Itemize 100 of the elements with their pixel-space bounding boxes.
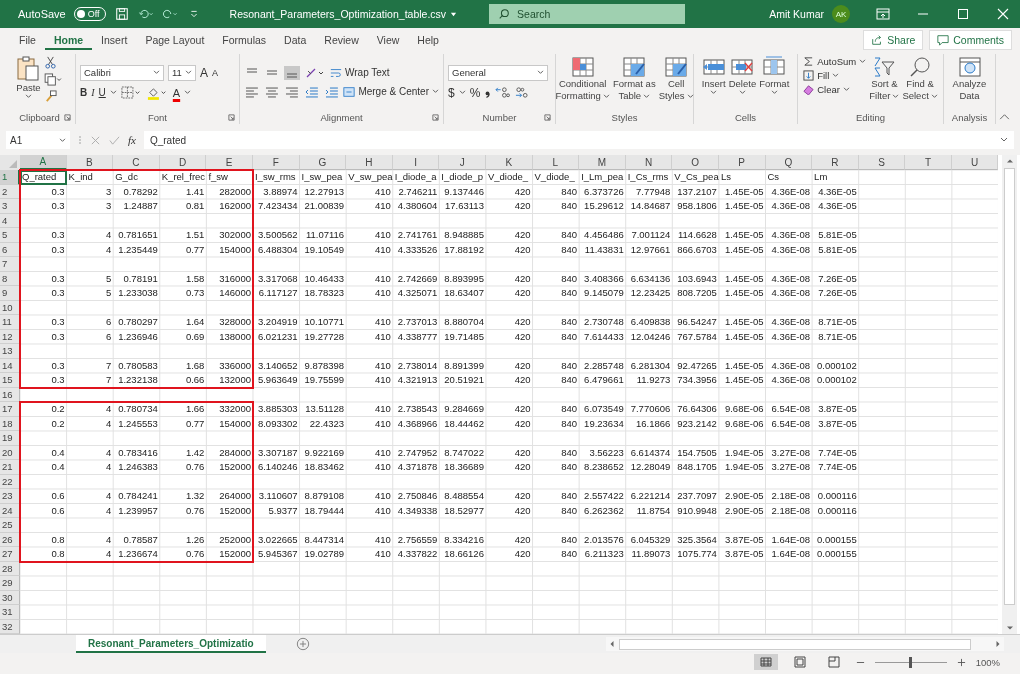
column-header[interactable]: N [625,155,673,170]
row-header[interactable]: 17 [0,402,20,417]
menu-tab[interactable]: File [10,30,45,50]
copy-icon[interactable] [43,73,63,86]
column-header[interactable]: J [439,155,486,170]
percent-button[interactable]: % [469,85,481,100]
scissors-icon[interactable] [43,56,57,69]
currency-button[interactable]: $ [448,85,455,100]
caret-icon[interactable] [450,10,458,18]
horizontal-scrollbar[interactable] [606,637,1004,651]
row-header[interactable]: 5 [0,228,20,243]
menu-tab[interactable]: View [367,30,409,50]
autosum-button[interactable]: AutoSum [803,56,867,67]
scroll-down-icon[interactable] [1005,625,1014,631]
column-header[interactable]: U [951,155,999,170]
row-header[interactable]: 11 [0,315,20,330]
fill-button[interactable]: Fill [803,70,867,81]
row-header[interactable]: 7 [0,257,20,272]
launcher-icon[interactable] [64,113,71,121]
sheet-tab[interactable]: Resonant_Parameters_Optimizatio [76,635,266,653]
menu-tab[interactable]: Data [275,30,316,50]
menu-tab[interactable]: Page Layout [136,30,214,50]
analyze-data-button[interactable]: Analyze Data [952,54,987,102]
increase-decimal-icon[interactable] [495,86,511,99]
column-header[interactable]: R [812,155,859,170]
formula-field[interactable]: Q_rated [143,131,1014,149]
scroll-up-icon[interactable] [1005,158,1014,164]
undo-icon[interactable] [137,7,154,21]
column-header[interactable]: I [392,155,440,170]
column-header[interactable]: Q [765,155,813,170]
row-header[interactable]: 9 [0,286,20,301]
style-button[interactable]: Conditional Formatting [555,54,610,102]
zoom-level[interactable]: 100% [975,656,1000,668]
number-format-field[interactable]: General [448,64,548,81]
menu-tab[interactable]: Insert [92,30,137,50]
style-button[interactable]: Format as Table [612,54,656,102]
font-color-button[interactable]: A [172,86,181,99]
row-header[interactable]: 31 [0,605,20,620]
style-button[interactable]: Cell Styles [658,54,694,102]
launcher-icon[interactable] [228,113,235,121]
column-header[interactable]: P [718,155,766,170]
maximize-icon[interactable] [956,8,970,20]
insert-button[interactable]: Insert [701,54,726,95]
column-header[interactable]: G [299,155,347,170]
launcher-icon[interactable] [544,113,551,121]
row-header[interactable]: 29 [0,576,20,591]
column-header[interactable]: H [346,155,393,170]
drag-handle-icon[interactable] [78,134,82,146]
bold-button[interactable]: B [80,87,88,98]
merge-center-button[interactable]: Merge & Center [343,85,439,98]
row-header[interactable]: 1 [0,170,20,185]
close-icon[interactable] [996,8,1010,20]
column-header[interactable]: F [252,155,300,170]
underline-button[interactable]: U [98,87,106,98]
expand-icon[interactable] [1000,137,1008,143]
row-header[interactable]: 15 [0,373,20,388]
delete-button[interactable]: Delete [728,54,757,95]
save-icon[interactable] [113,7,130,21]
launcher-icon[interactable] [432,113,439,121]
menu-tab[interactable]: Home [44,30,93,50]
paste-button[interactable]: Paste [16,54,41,99]
clear-button[interactable]: Clear [803,84,867,95]
column-header[interactable]: S [858,155,906,170]
grow-font-button[interactable]: A [200,65,208,80]
row-header[interactable]: 19 [0,431,20,446]
shrink-font-button[interactable]: A [212,67,219,78]
align-icon[interactable] [244,84,260,99]
format-painter-icon[interactable] [43,90,57,103]
menu-tab[interactable]: Help [408,30,448,50]
column-header[interactable]: M [579,155,626,170]
align-icon[interactable] [284,65,300,80]
font-name-field[interactable]: Calibri [80,64,164,81]
column-header[interactable]: T [905,155,952,170]
row-header[interactable]: 27 [0,547,20,562]
add-sheet-icon[interactable] [295,637,310,651]
column-header[interactable]: K [485,155,533,170]
align-icon[interactable] [283,84,300,99]
row-header[interactable]: 21 [0,460,20,475]
italic-button[interactable]: I [91,87,95,98]
user-avatar[interactable]: AK [832,5,850,23]
decrease-decimal-icon[interactable] [514,86,530,99]
menu-tab[interactable]: Formulas [213,30,276,50]
wrap-text-button[interactable]: Wrap Text [330,66,390,79]
sort-filter-button[interactable]: Sort & Filter [869,54,900,102]
zoom-in-icon[interactable] [956,657,966,667]
redo-icon[interactable] [161,7,178,21]
name-box[interactable]: A1 [6,131,70,149]
search-field[interactable]: Search [489,4,686,24]
row-header[interactable]: 3 [0,199,20,214]
find-select-button[interactable]: Find & Select [902,54,938,102]
menu-tab[interactable]: Review [315,30,368,50]
scroll-right-icon[interactable] [995,640,1001,648]
vertical-scrollbar[interactable] [1002,155,1017,634]
row-header[interactable]: 25 [0,518,20,533]
column-header[interactable]: L [532,155,580,170]
align-icon[interactable] [263,84,280,99]
row-header[interactable]: 13 [0,344,20,359]
font-size-field[interactable]: 11 [168,64,196,81]
share-button[interactable]: Share [863,30,924,50]
row-header[interactable]: 23 [0,489,20,504]
